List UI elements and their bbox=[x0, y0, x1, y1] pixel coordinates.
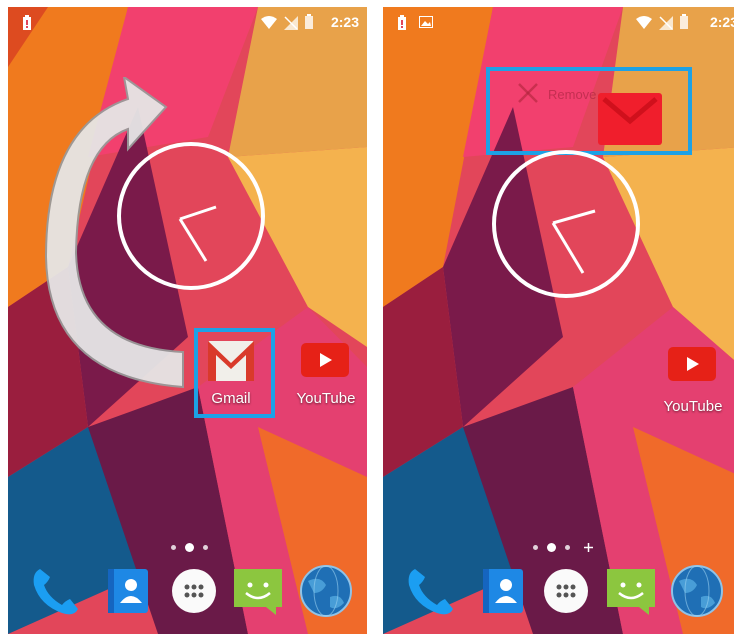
home-screen-before: 2:23 Gmail YouTube bbox=[8, 7, 367, 634]
app-drawer-icon bbox=[172, 569, 216, 613]
app-drawer-button[interactable] bbox=[538, 563, 598, 623]
youtube-icon bbox=[668, 347, 716, 381]
page-dot bbox=[533, 545, 538, 550]
battery-icon bbox=[305, 14, 313, 29]
youtube-app[interactable]: YouTube bbox=[658, 337, 728, 425]
phone-icon bbox=[408, 569, 453, 615]
messaging-app[interactable] bbox=[230, 563, 290, 623]
phone-app[interactable] bbox=[28, 563, 88, 623]
analog-clock-widget[interactable] bbox=[116, 141, 266, 291]
phone-icon bbox=[33, 569, 78, 615]
app-drawer-icon bbox=[544, 569, 588, 613]
page-dot-active bbox=[547, 543, 556, 552]
analog-clock-widget[interactable] bbox=[491, 149, 641, 299]
no-signal-icon bbox=[284, 16, 298, 30]
contacts-app[interactable] bbox=[100, 563, 160, 623]
battery-alert-icon bbox=[23, 15, 31, 30]
youtube-icon bbox=[301, 343, 349, 377]
app-drawer-button[interactable] bbox=[166, 563, 226, 623]
page-dot bbox=[203, 545, 208, 550]
status-time: 2:23 bbox=[330, 14, 359, 30]
contacts-icon bbox=[483, 569, 523, 613]
page-dot bbox=[565, 545, 570, 550]
contacts-icon bbox=[108, 569, 148, 613]
browser-icon bbox=[671, 565, 723, 617]
messaging-icon bbox=[234, 569, 282, 615]
status-time: 2:23 bbox=[709, 14, 734, 30]
contacts-app[interactable] bbox=[475, 563, 535, 623]
gmail-highlight-box bbox=[194, 328, 275, 418]
wifi-icon bbox=[636, 16, 652, 29]
no-signal-icon bbox=[659, 16, 673, 30]
browser-icon bbox=[300, 565, 352, 617]
remove-highlight-box bbox=[486, 67, 692, 155]
page-dot-active bbox=[185, 543, 194, 552]
phone-app[interactable] bbox=[403, 563, 463, 623]
page-indicator[interactable] bbox=[383, 542, 734, 554]
dock bbox=[8, 563, 367, 633]
status-bar: 2:23 bbox=[383, 7, 734, 37]
status-bar: 2:23 bbox=[8, 7, 367, 37]
browser-app[interactable] bbox=[667, 563, 727, 623]
youtube-label: YouTube bbox=[296, 390, 356, 407]
add-page-icon[interactable] bbox=[584, 543, 593, 552]
battery-icon bbox=[680, 14, 688, 29]
page-dot bbox=[171, 545, 176, 550]
browser-app[interactable] bbox=[296, 563, 356, 623]
youtube-label: YouTube bbox=[663, 398, 723, 415]
image-notification-icon bbox=[419, 16, 433, 28]
home-screen-after: 2:23 Remove YouTube bbox=[383, 7, 734, 634]
messaging-icon bbox=[607, 569, 655, 615]
youtube-app[interactable]: YouTube bbox=[291, 333, 361, 421]
wifi-icon bbox=[261, 16, 277, 29]
dock bbox=[383, 563, 734, 633]
page-indicator[interactable] bbox=[8, 542, 367, 554]
messaging-app[interactable] bbox=[603, 563, 663, 623]
battery-alert-icon bbox=[398, 15, 406, 30]
